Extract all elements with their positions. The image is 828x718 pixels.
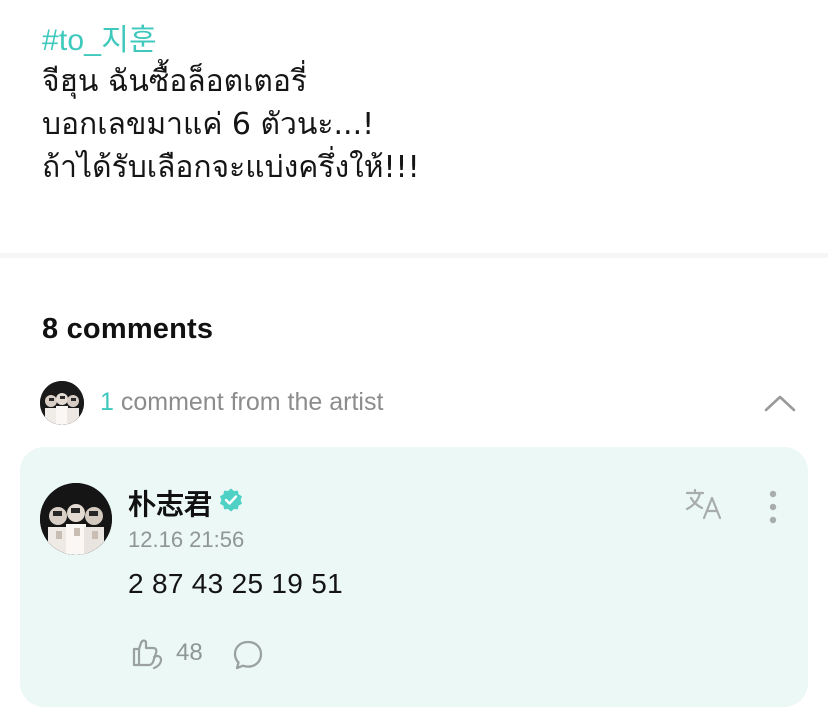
translate-icon[interactable] [684,487,728,523]
reply-bubble-icon[interactable] [230,637,266,673]
comment-timestamp: 12.16 21:56 [128,527,245,552]
verified-badge-icon [218,487,244,513]
section-divider [0,253,828,258]
artist-mini-avatar [40,381,84,425]
comment-body: 2 87 43 25 19 51 [128,568,343,599]
more-vertical-icon[interactable] [760,487,786,527]
post-content: #to_지훈 จีฮุน ฉันซื้อล็อตเตอรี่ บอกเลขมาแ… [42,22,802,189]
artist-comments-toggle[interactable]: 1 comment from the artist [40,381,800,425]
artist-comment-count: 1 [100,388,114,416]
post-text-line-1: จีฮุน ฉันซื้อล็อตเตอรี่ [42,64,308,99]
comments-count: 8 comments [42,313,214,345]
artist-comment-card: 朴志君 12.16 21:56 2 87 43 25 19 51 48 [20,447,808,707]
artist-comment-label: comment from the artist [113,388,384,416]
post-text-line-2: บอกเลขมาแค่ 6 ตัวนะ...! [42,107,375,142]
like-icon[interactable] [128,637,164,671]
comment-author-name[interactable]: 朴志君 [128,483,212,523]
like-count: 48 [176,639,203,666]
avatar[interactable] [40,483,112,555]
chevron-up-icon[interactable] [762,389,798,417]
post-hashtag[interactable]: #to_지훈 [42,22,802,60]
artist-comment-summary[interactable]: 1 comment from the artist [100,388,383,417]
post-text-line-3: ถ้าได้รับเลือกจะแบ่งครึ่งให้!!! [42,150,420,185]
